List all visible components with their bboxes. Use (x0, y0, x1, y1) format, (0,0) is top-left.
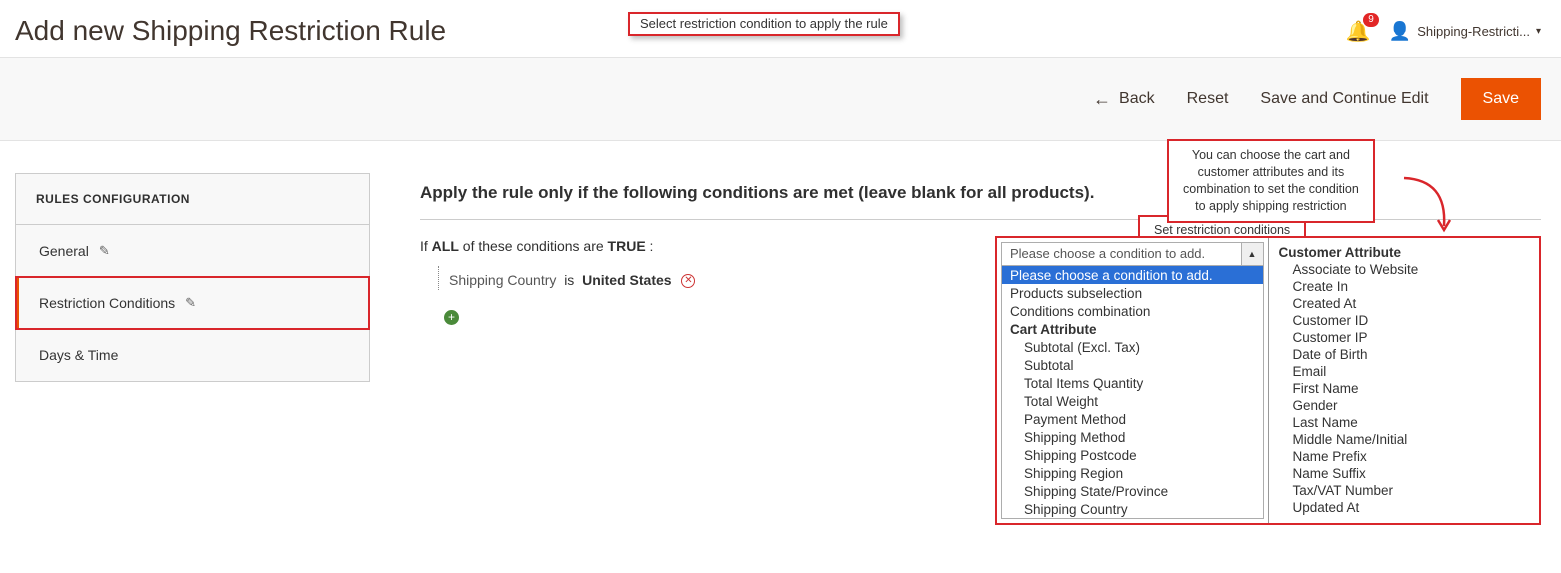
option-customer-attr[interactable]: Last Name (1279, 414, 1532, 431)
back-button[interactable]: ← Back (1093, 89, 1155, 110)
notification-badge: 9 (1363, 13, 1379, 27)
page-title: Add new Shipping Restriction Rule (15, 15, 446, 47)
condition-attribute[interactable]: Shipping Country (449, 272, 556, 288)
option-cart-attr[interactable]: Shipping Country (1002, 500, 1263, 518)
condition-select[interactable]: Please choose a condition to add. ▲ (1001, 242, 1264, 266)
option-customer-attr[interactable]: Gender (1279, 397, 1532, 414)
reset-button[interactable]: Reset (1187, 90, 1229, 108)
option-conditions-combination[interactable]: Conditions combination (1002, 302, 1263, 320)
condition-operator[interactable]: is (564, 272, 574, 288)
option-customer-attr[interactable]: First Name (1279, 380, 1532, 397)
pencil-icon: ✎ (99, 243, 110, 259)
dropdown-col-right: Customer Attribute Associate to Website … (1269, 238, 1540, 523)
action-bar: ← Back Reset Save and Continue Edit Save (0, 57, 1561, 141)
save-continue-button[interactable]: Save and Continue Edit (1260, 90, 1428, 108)
user-menu[interactable]: 👤 Shipping-Restricti... ▾ (1389, 21, 1541, 42)
condition-select-text: Please choose a condition to add. (1002, 243, 1241, 265)
delete-condition-icon[interactable]: ✕ (681, 274, 695, 288)
condition-boolean[interactable]: TRUE (608, 238, 646, 254)
arrow-to-dropdown (1402, 176, 1452, 236)
page-header: Add new Shipping Restriction Rule Select… (0, 0, 1561, 57)
notifications-button[interactable]: 🔔 9 (1346, 19, 1371, 44)
condition-value[interactable]: United States (582, 272, 671, 288)
option-cart-attr[interactable]: Total Items Quantity (1002, 374, 1263, 392)
condition-options-list[interactable]: Please choose a condition to add. Produc… (1001, 266, 1264, 519)
add-condition-icon[interactable]: + (444, 310, 459, 325)
sidebar-item-label: Restriction Conditions (39, 295, 175, 311)
save-continue-label: Save and Continue Edit (1260, 90, 1428, 108)
option-customer-attr[interactable]: Created At (1279, 295, 1532, 312)
header-right: 🔔 9 👤 Shipping-Restricti... ▾ (1346, 19, 1541, 44)
sidebar-item-label: General (39, 243, 89, 259)
user-icon: 👤 (1389, 21, 1411, 42)
option-cart-attr[interactable]: Total Weight (1002, 392, 1263, 410)
option-placeholder[interactable]: Please choose a condition to add. (1002, 266, 1263, 284)
back-label: Back (1119, 90, 1155, 108)
option-cart-attr[interactable]: Shipping Method (1002, 428, 1263, 446)
sidebar-item-general[interactable]: General ✎ (16, 225, 369, 277)
option-customer-attr[interactable]: Create In (1279, 278, 1532, 295)
caret-down-icon: ▾ (1536, 26, 1541, 37)
option-cart-attr[interactable]: Subtotal (Excl. Tax) (1002, 338, 1263, 356)
dropdown-col-left: Please choose a condition to add. ▲ Plea… (997, 238, 1269, 523)
callout-select-restriction: Select restriction condition to apply th… (628, 12, 900, 36)
save-button[interactable]: Save (1461, 78, 1541, 120)
condition-aggregator[interactable]: ALL (432, 238, 459, 254)
option-cart-attr[interactable]: Shipping Postcode (1002, 446, 1263, 464)
option-customer-attr[interactable]: Email (1279, 363, 1532, 380)
pencil-icon: ✎ (185, 295, 196, 311)
option-cart-attr[interactable]: Subtotal (1002, 356, 1263, 374)
sidebar-item-restriction-conditions[interactable]: Restriction Conditions ✎ (16, 277, 369, 329)
optgroup-cart-attribute: Cart Attribute (1002, 320, 1263, 338)
option-products-subselection[interactable]: Products subselection (1002, 284, 1263, 302)
option-customer-attr[interactable]: Updated At (1279, 499, 1532, 516)
sidebar-panel: RULES CONFIGURATION General ✎ Restrictio… (15, 173, 370, 382)
sidebar-item-days-time[interactable]: Days & Time (16, 329, 369, 381)
sidebar-item-label: Days & Time (39, 347, 118, 363)
option-customer-attr[interactable]: Middle Name/Initial (1279, 431, 1532, 448)
user-label: Shipping-Restricti... (1417, 24, 1530, 39)
option-customer-attr[interactable]: Name Suffix (1279, 465, 1532, 482)
option-customer-attr[interactable]: Customer IP (1279, 329, 1532, 346)
option-customer-attr[interactable]: Date of Birth (1279, 346, 1532, 363)
body: You can choose the cart and customer att… (0, 141, 1561, 382)
option-customer-attr[interactable]: Customer ID (1279, 312, 1532, 329)
optgroup-customer-attribute: Customer Attribute (1279, 244, 1532, 261)
customer-attribute-list[interactable]: Customer Attribute Associate to Website … (1269, 238, 1540, 516)
sidebar-header: RULES CONFIGURATION (16, 174, 369, 225)
option-customer-attr[interactable]: Tax/VAT Number (1279, 482, 1532, 499)
callout-attributes: You can choose the cart and customer att… (1167, 139, 1375, 223)
option-cart-attr[interactable]: Shipping Region (1002, 464, 1263, 482)
option-customer-attr[interactable]: Name Prefix (1279, 448, 1532, 465)
reset-label: Reset (1187, 90, 1229, 108)
option-cart-attr[interactable]: Payment Method (1002, 410, 1263, 428)
sidebar: RULES CONFIGURATION General ✎ Restrictio… (0, 153, 370, 382)
option-cart-attr[interactable]: Shipping State/Province (1002, 482, 1263, 500)
arrow-left-icon: ← (1093, 89, 1111, 110)
select-arrow-icon: ▲ (1241, 243, 1263, 265)
condition-dropdown: Please choose a condition to add. ▲ Plea… (995, 236, 1541, 525)
option-customer-attr[interactable]: Associate to Website (1279, 261, 1532, 278)
